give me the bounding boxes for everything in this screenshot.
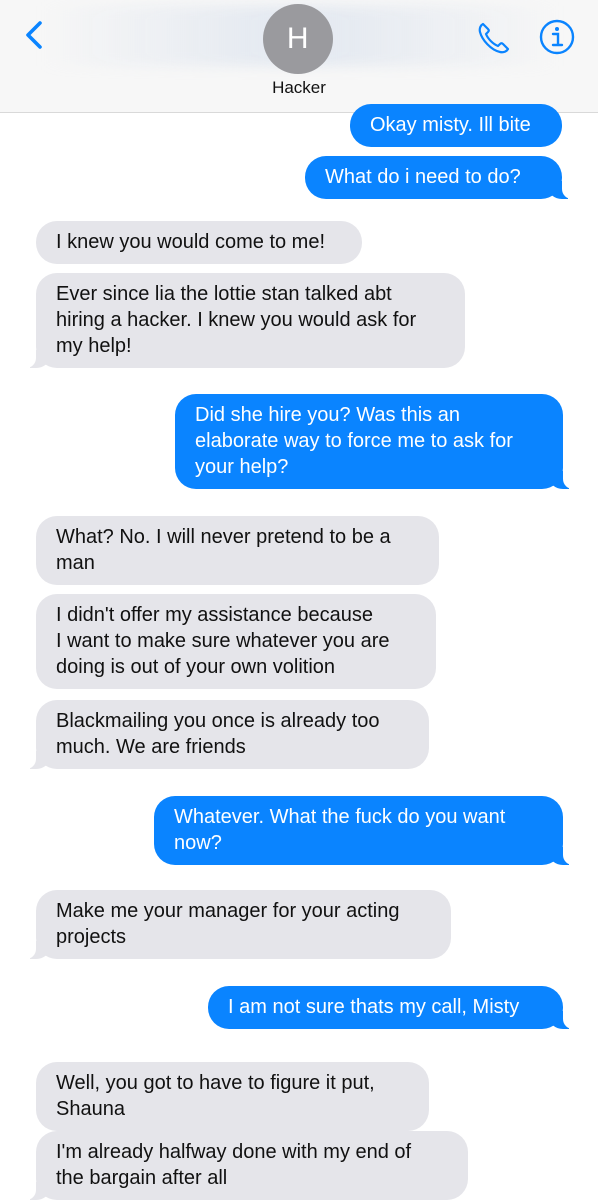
- phone-icon: [478, 22, 510, 54]
- conversation-header: H Hacker: [0, 0, 598, 113]
- message-bubble-incoming[interactable]: What? No. I will never pretend to be a m…: [36, 516, 439, 585]
- message-bubble-incoming[interactable]: Blackmailing you once is already too muc…: [26, 700, 429, 769]
- call-button[interactable]: [474, 18, 514, 58]
- message-bubble-outgoing[interactable]: Okay misty. Ill bite: [350, 104, 562, 147]
- message-bubble-incoming[interactable]: I knew you would come to me!: [36, 221, 362, 264]
- message-bubble-outgoing[interactable]: I am not sure thats my call, Misty: [208, 986, 573, 1029]
- info-icon: [539, 19, 575, 55]
- message-bubble-incoming[interactable]: I didn't offer my assistance because I w…: [36, 594, 436, 689]
- contact-name[interactable]: Hacker: [0, 78, 598, 98]
- back-button[interactable]: [18, 18, 54, 54]
- chevron-left-icon: [26, 21, 42, 49]
- message-bubble-incoming[interactable]: I'm already halfway done with my end of …: [26, 1131, 468, 1200]
- message-bubble-incoming[interactable]: Make me your manager for your acting pro…: [26, 890, 451, 959]
- message-bubble-incoming[interactable]: Ever since lia the lottie stan talked ab…: [26, 273, 465, 368]
- contact-avatar[interactable]: H: [263, 4, 333, 74]
- message-bubble-outgoing[interactable]: Whatever. What the fuck do you want now?: [154, 796, 573, 865]
- message-bubble-outgoing[interactable]: What do i need to do?: [305, 156, 572, 199]
- info-button[interactable]: [538, 18, 576, 56]
- message-bubble-incoming[interactable]: Well, you got to have to figure it put, …: [36, 1062, 429, 1131]
- message-bubble-outgoing[interactable]: Did she hire you? Was this an elaborate …: [175, 394, 573, 489]
